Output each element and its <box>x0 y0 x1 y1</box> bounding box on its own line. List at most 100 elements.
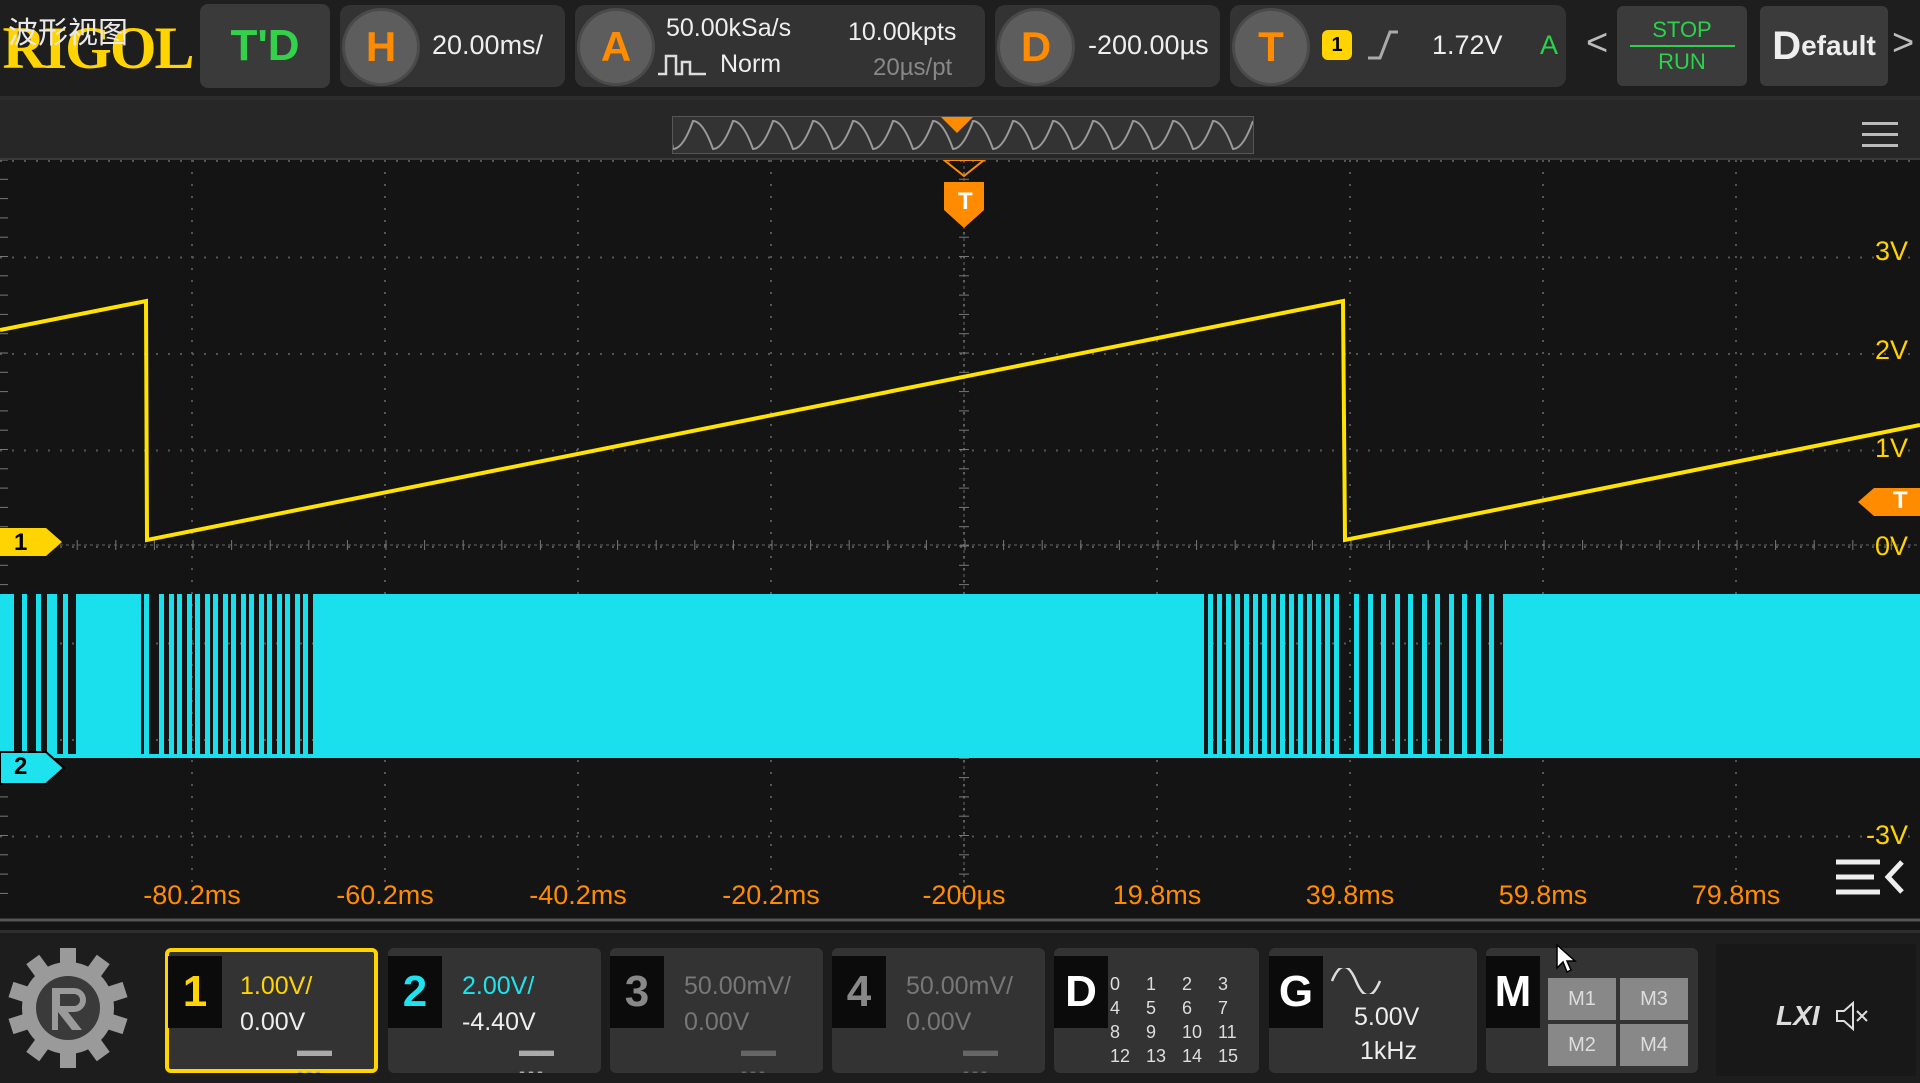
math-key: M <box>1486 956 1540 1028</box>
timebase-mode-button[interactable]: T'D <box>200 4 330 88</box>
voltage-label: 3V <box>1874 236 1908 266</box>
default-label-first: D <box>1772 23 1802 68</box>
digital-bit-label: 1 <box>1146 974 1157 994</box>
acquire-button[interactable]: A <box>577 8 655 86</box>
time-label: -20.2ms <box>722 880 820 910</box>
trigger-sweep-mode: A <box>1540 30 1559 60</box>
digital-bit-label: 11 <box>1218 1022 1237 1042</box>
trigger-level-marker-shape <box>1858 488 1920 516</box>
digital-bit-label: 4 <box>1110 998 1121 1018</box>
collapse-menu-icon <box>1836 859 1904 895</box>
channel-3-scale: 50.00mV/ <box>684 972 792 1000</box>
dc-coupling-icon: ▬▬ - - - <box>519 1040 554 1081</box>
time-label: -60.2ms <box>336 880 434 910</box>
time-label: 59.8ms <box>1498 880 1588 910</box>
channel-1-number: 1 <box>168 956 222 1028</box>
digital-bit-label: 0 <box>1110 974 1121 994</box>
math-slot-m4[interactable]: M4 <box>1620 1024 1688 1066</box>
nav-left-icon[interactable]: < <box>1586 22 1608 65</box>
digital-bit-label: 14 <box>1182 1046 1203 1066</box>
time-label: -40.2ms <box>529 880 627 910</box>
dc-coupling-icon: ▬▬ - - - <box>963 1040 998 1081</box>
digital-bit-label: 7 <box>1218 998 1229 1018</box>
stop-label: STOP <box>1652 17 1712 42</box>
time-label: 19.8ms <box>1112 880 1202 910</box>
generator-amplitude: 5.00V <box>1354 1003 1420 1031</box>
voltage-label: -3V <box>1865 820 1908 850</box>
digital-bit-label: 13 <box>1146 1046 1167 1066</box>
generator-frequency: 1kHz <box>1360 1037 1417 1065</box>
trigger-level: 1.72V <box>1432 30 1503 60</box>
channel-2-offset: -4.40V <box>462 1008 536 1036</box>
graticule <box>0 160 1920 922</box>
channel-1-scale: 1.00V/ <box>240 972 313 1000</box>
channel-4-scale: 50.00mV/ <box>906 972 1014 1000</box>
channel-4-number: 4 <box>832 956 886 1028</box>
math-slot-m2[interactable]: M2 <box>1548 1024 1616 1066</box>
digital-bit-label: 9 <box>1146 1022 1157 1042</box>
voltage-label: 2V <box>1874 335 1908 365</box>
acquire-mode: Norm <box>720 50 782 78</box>
digital-bit-label: 12 <box>1110 1046 1131 1066</box>
ch2-marker-label[interactable]: 2 <box>14 753 27 781</box>
digital-bit-label: 2 <box>1182 974 1193 994</box>
ch1-ground-marker-shape <box>0 528 62 556</box>
digital-bit-label: 3 <box>1218 974 1229 994</box>
overview-wave <box>667 117 1254 151</box>
trigger-marker-label: T <box>958 188 973 215</box>
channel-2-scale: 2.00V/ <box>462 972 535 1000</box>
time-label: 39.8ms <box>1305 880 1395 910</box>
lxi-label: LXI <box>1776 1000 1820 1031</box>
delay-button[interactable]: D <box>997 8 1075 86</box>
digital-bit-label: 10 <box>1182 1022 1203 1042</box>
default-label-rest: efault <box>1801 30 1876 61</box>
voltage-label: 1V <box>1874 433 1908 463</box>
view-title: 波形视图 <box>8 17 128 50</box>
sine-wave-icon <box>1330 968 1382 994</box>
waveform-overview[interactable] <box>667 116 1254 154</box>
rising-edge-icon <box>1368 30 1398 60</box>
math-slot-m3[interactable]: M3 <box>1620 978 1688 1020</box>
digital-key: D <box>1054 956 1108 1028</box>
trigger-button[interactable]: T <box>1232 8 1310 86</box>
digital-bit-grid: 0 1 2 3 4 5 6 7 8 9 10 11 12 13 14 15 <box>1110 974 1255 1074</box>
time-label: 79.8ms <box>1691 880 1781 910</box>
hamburger-menu-icon[interactable] <box>1862 122 1898 148</box>
channel-4-offset: 0.00V <box>906 1008 972 1036</box>
digital-bit-label: 6 <box>1182 998 1193 1018</box>
ch1-waveform <box>0 298 1920 543</box>
digital-bit-label: 8 <box>1110 1022 1121 1042</box>
delay-value: -200.00µs <box>1088 30 1209 60</box>
pulse-acquire-icon <box>658 54 706 76</box>
ch1-marker-label[interactable]: 1 <box>14 529 27 557</box>
time-label: -80.2ms <box>143 880 241 910</box>
trigger-source-badge: 1 <box>1322 30 1352 60</box>
memory-depth: 10.00kpts <box>848 18 957 46</box>
ch2-waveform <box>0 594 1920 758</box>
channel-2-number: 2 <box>388 956 442 1028</box>
run-label: RUN <box>1658 49 1706 74</box>
channel-3-offset: 0.00V <box>684 1008 750 1036</box>
dc-coupling-icon: ▬▬ - - - <box>297 1040 332 1081</box>
dc-coupling-icon: ▬▬ - - - <box>741 1040 776 1081</box>
voltage-label: 0V <box>1874 531 1908 561</box>
time-label: -200µs <box>922 880 1006 910</box>
home-gear-icon[interactable] <box>4 944 132 1072</box>
nav-right-icon[interactable]: > <box>1892 22 1914 65</box>
math-slot-m1[interactable]: M1 <box>1548 978 1616 1020</box>
horizontal-button[interactable]: H <box>342 8 420 86</box>
stop-run-button[interactable]: STOP RUN <box>1617 6 1747 86</box>
waveform-canvas <box>0 160 1920 922</box>
time-per-point: 20µs/pt <box>873 54 953 81</box>
default-button[interactable]: Default <box>1760 6 1888 86</box>
waveform-display[interactable]: T 1 2 T 3V 2V 1V 0V -3V -80.2ms -60.2ms … <box>0 160 1920 925</box>
mouse-cursor-icon <box>1556 944 1577 974</box>
trigger-level-label[interactable]: T <box>1893 487 1908 515</box>
digital-bit-label: 5 <box>1146 998 1157 1018</box>
horizontal-scale: 20.00ms/ <box>432 30 544 60</box>
mute-icon[interactable] <box>1834 1000 1870 1032</box>
generator-key: G <box>1269 956 1323 1028</box>
channel-1-offset: 0.00V <box>240 1008 306 1036</box>
channel-3-number: 3 <box>610 956 664 1028</box>
sample-rate: 50.00kSa/s <box>666 14 792 42</box>
